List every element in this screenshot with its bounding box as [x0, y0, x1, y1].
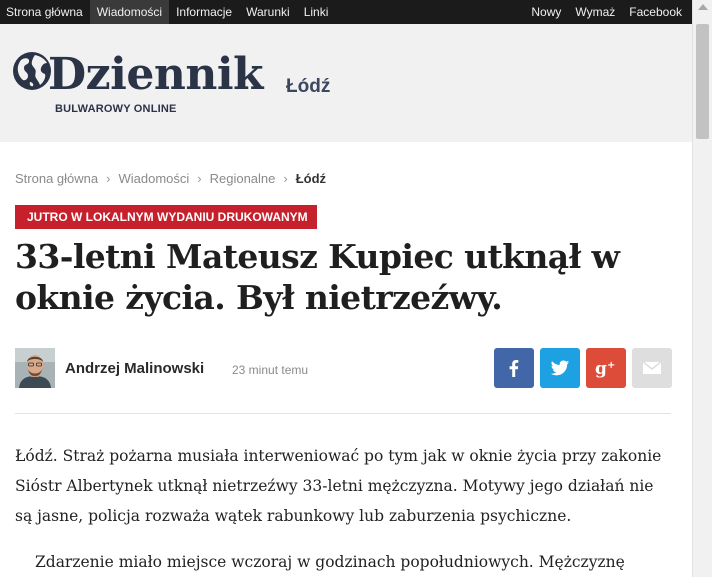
breadcrumb-regional[interactable]: Regionalne [210, 171, 276, 186]
nav-item-links[interactable]: Linki [297, 0, 336, 24]
breadcrumb-separator: › [283, 171, 288, 186]
nav-item-terms[interactable]: Warunki [239, 0, 297, 24]
article-lead: Łódź. Straż pożarna musiała interweniowa… [15, 447, 662, 525]
person-photo-icon [15, 348, 55, 388]
facebook-icon [509, 360, 519, 377]
breadcrumb-home[interactable]: Strona główna [15, 171, 98, 186]
google-plus-share-button[interactable]: g + [586, 348, 626, 388]
google-plus-icon: g + [595, 359, 615, 378]
site-header: Dziennik Łódź BULWAROWY ONLINE [0, 24, 692, 142]
svg-text:g: g [595, 359, 607, 378]
post-timestamp: 23 minut temu [232, 363, 309, 377]
breadcrumb-current: Łódź [295, 171, 327, 186]
facebook-share-button[interactable] [494, 348, 534, 388]
vertical-scrollbar[interactable] [692, 0, 712, 577]
author-divider [15, 413, 671, 414]
breadcrumb-separator: › [197, 171, 202, 186]
site-logo-city: Łódź [286, 76, 331, 97]
article-label-badge: JUTRO W LOKALNYM WYDANIU DRUKOWANYM [15, 205, 317, 229]
top-navigation: Strona główna Wiadomości Informacje Waru… [0, 0, 692, 24]
top-nav-left: Strona główna Wiadomości Informacje Waru… [0, 0, 335, 24]
author-name[interactable]: Andrzej Malinowski [65, 360, 204, 377]
twitter-icon [550, 360, 570, 376]
globe-icon[interactable] [12, 51, 52, 91]
email-icon [642, 361, 662, 374]
scroll-up-arrow-icon[interactable] [698, 4, 708, 10]
email-share-button[interactable] [632, 348, 672, 388]
article-paragraph: Zdarzenie miało miejsce wczoraj w godzin… [35, 553, 625, 571]
article-headline: 33-letni Mateusz Kupiec utknął w oknie ż… [15, 237, 620, 317]
nav-item-new[interactable]: Nowy [524, 0, 568, 24]
breadcrumb-separator: › [106, 171, 111, 186]
svg-text:+: + [607, 360, 615, 371]
nav-item-erase[interactable]: Wymaż [568, 0, 622, 24]
site-tagline: BULWAROWY ONLINE [55, 103, 177, 115]
nav-item-facebook[interactable]: Facebook [622, 0, 692, 24]
scrollbar-thumb[interactable] [696, 24, 709, 139]
site-logo-title[interactable]: Dziennik [48, 48, 264, 102]
nav-item-information[interactable]: Informacje [169, 0, 239, 24]
author-avatar[interactable] [15, 348, 55, 388]
nav-item-news[interactable]: Wiadomości [89, 0, 170, 24]
breadcrumb-news[interactable]: Wiadomości [118, 171, 189, 186]
breadcrumb: Strona główna › Wiadomości › Regionalne … [15, 171, 326, 186]
nav-item-home[interactable]: Strona główna [0, 0, 90, 24]
twitter-share-button[interactable] [540, 348, 580, 388]
top-nav-right: Nowy Wymaż Facebook [524, 0, 692, 24]
